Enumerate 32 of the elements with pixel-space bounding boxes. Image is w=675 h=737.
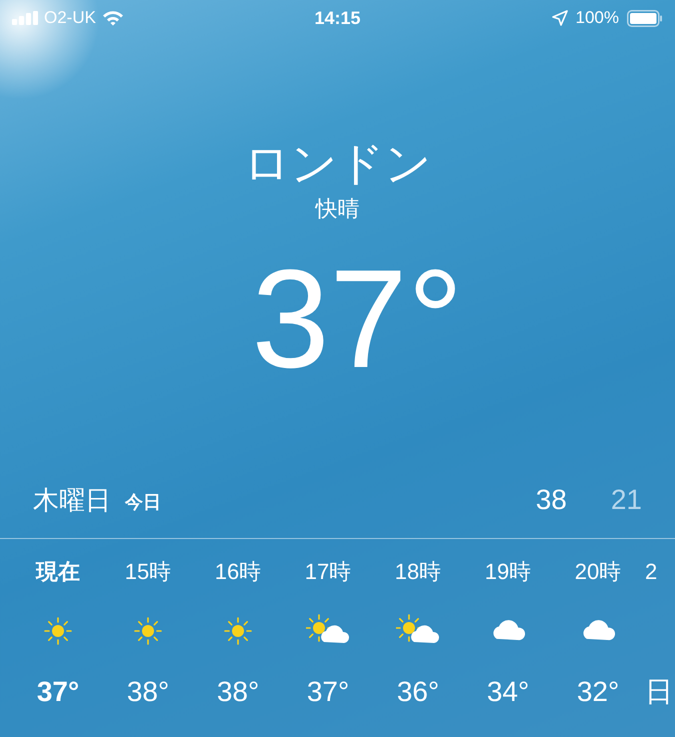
hour-label: 16時 — [214, 558, 262, 586]
high-temperature: 38 — [536, 483, 567, 517]
carrier-name: O2-UK — [44, 7, 96, 30]
current-temperature: 37° — [252, 244, 464, 394]
wifi-icon — [102, 10, 124, 26]
hour-temperature: 38° — [216, 675, 260, 709]
day-name: 木曜日 — [33, 484, 111, 516]
city-name: ロンドン — [244, 136, 432, 190]
hour-temperature: 34° — [486, 675, 530, 709]
hour-temperature: 37° — [306, 675, 350, 709]
today-label: 今日 — [125, 490, 161, 514]
hour-label: 18時 — [394, 558, 442, 586]
hour-label: 現在 — [36, 558, 80, 586]
low-temperature: 21 — [610, 483, 642, 517]
clock-time: 14:15 — [313, 6, 362, 30]
battery-percentage: 100% — [576, 7, 619, 30]
cloud-icon — [581, 619, 615, 643]
cloud-icon — [491, 619, 525, 643]
hour-temperature: 37° — [36, 675, 80, 709]
hour-label: 19時 — [484, 558, 532, 586]
hour-temperature: 36° — [396, 675, 440, 709]
hour-label: 17時 — [304, 558, 352, 586]
hour-temperature: 32° — [576, 675, 620, 709]
hour-label: 15時 — [124, 558, 172, 586]
hour-temperature: 日 — [645, 675, 673, 709]
battery-icon — [627, 10, 663, 26]
signal-icon — [12, 11, 38, 25]
weather-condition: 快晴 — [316, 195, 360, 223]
hour-label: 2 — [645, 558, 658, 586]
location-arrow-icon — [552, 10, 568, 26]
hour-label: 20時 — [574, 558, 622, 586]
hour-temperature: 38° — [126, 675, 170, 709]
